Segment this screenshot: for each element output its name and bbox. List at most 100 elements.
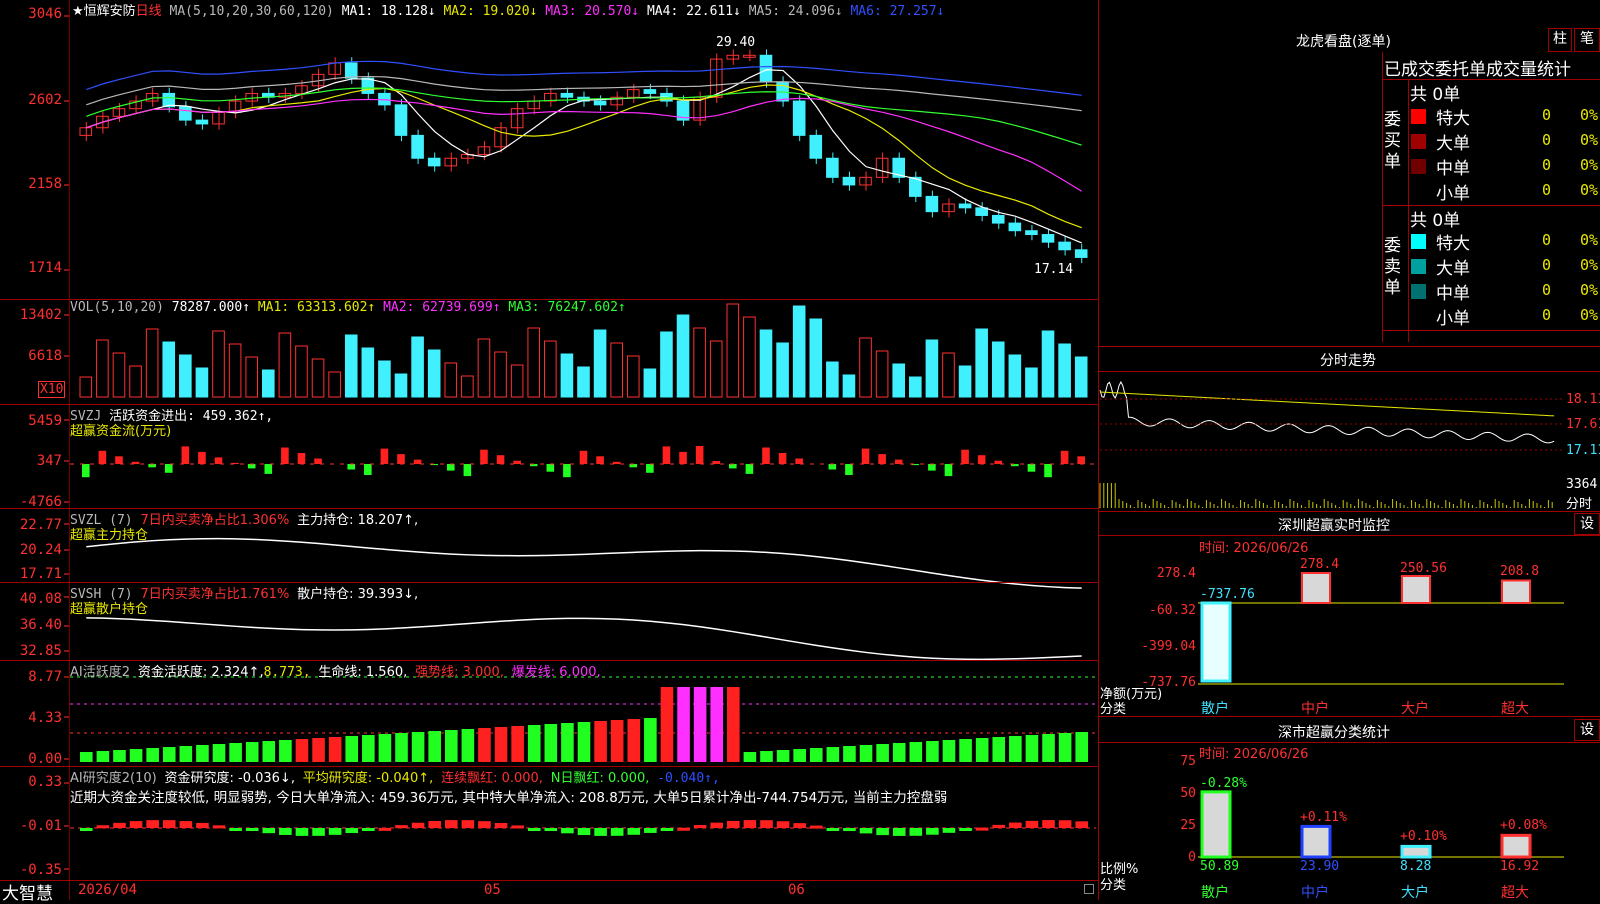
research-bar xyxy=(328,828,342,835)
svsh-axis-label: 32.85 xyxy=(19,643,62,659)
svzj-axis-label: 5459 xyxy=(28,413,62,429)
fund-flow-bar xyxy=(380,448,389,464)
volume-bar xyxy=(726,303,740,398)
fund-flow-bar xyxy=(1027,464,1036,472)
ma2-value: MA2: 19.020↓ xyxy=(443,4,538,19)
activity-bar xyxy=(942,740,956,762)
volume-bar xyxy=(278,332,292,398)
volume-bar xyxy=(179,354,192,398)
bar-view-button[interactable]: 柱 xyxy=(1548,28,1572,52)
research-bar xyxy=(1042,820,1055,828)
tab-statistics[interactable]: 统计 xyxy=(1537,60,1571,80)
candle-body xyxy=(1041,234,1055,243)
x-axis-date-label: 06 xyxy=(788,882,805,898)
tab-filled[interactable]: 已成交 xyxy=(1384,60,1435,80)
research-bar xyxy=(1025,820,1039,828)
research-bar xyxy=(1058,820,1072,828)
fund-flow-bar xyxy=(281,447,289,464)
sz-classify-y-label: 50 xyxy=(1180,786,1196,801)
app-logo[interactable]: 大智慧 xyxy=(2,879,53,904)
research-bar xyxy=(113,822,126,828)
research-bar xyxy=(212,825,226,829)
research-bar xyxy=(544,828,558,831)
order-size-label: 特大 xyxy=(1436,109,1470,129)
intraday-title: 分时走势 xyxy=(1320,353,1376,369)
sz-classify-category: 大户 xyxy=(1401,885,1429,901)
activity-bar xyxy=(212,744,226,762)
lock-icon[interactable] xyxy=(1084,884,1094,894)
vol-axis-label: 13402 xyxy=(19,307,62,323)
classify-bar xyxy=(1500,833,1532,859)
order-color-swatch xyxy=(1411,284,1426,299)
research-bar xyxy=(527,828,541,831)
ai-consecutive-red: 连续飘红: 0.000, xyxy=(441,771,543,786)
research-bar xyxy=(428,820,441,828)
ai-research-value: 资金研究度: -0.036↓, xyxy=(164,771,295,786)
ai-lifeline: 生命线: 1.560, xyxy=(318,665,408,680)
sz-classify-category: 散户 xyxy=(1201,885,1229,901)
sz-classify-y-label: 0 xyxy=(1188,850,1196,865)
activity-bar xyxy=(129,749,143,762)
classify-bar xyxy=(1300,824,1332,859)
research-bar xyxy=(229,828,242,831)
order-size-label: 中单 xyxy=(1436,284,1470,304)
fund-flow-bar xyxy=(314,458,322,464)
kline-chart-area[interactable] xyxy=(0,0,1600,900)
volume-bar xyxy=(826,361,839,398)
candle-body xyxy=(179,106,192,121)
order-color-swatch xyxy=(1411,259,1426,274)
fund-flow-bar xyxy=(513,460,521,464)
activity-bar xyxy=(727,687,740,762)
ai-burst-line: 爆发线: 6.000, xyxy=(511,665,601,680)
tab-volume[interactable]: 成交量 xyxy=(1486,60,1537,80)
activity-bar xyxy=(444,730,458,762)
tick-view-button[interactable]: 笔 xyxy=(1574,28,1600,52)
fund-flow-bar xyxy=(878,454,886,464)
activity-bar xyxy=(395,733,408,762)
research-bar xyxy=(146,820,159,828)
research-bar xyxy=(245,828,259,831)
research-bar xyxy=(843,828,856,832)
x-axis-date-label: 05 xyxy=(484,882,501,898)
order-size-label: 特大 xyxy=(1436,234,1470,254)
activity-bar xyxy=(328,737,342,762)
favorite-star-icon[interactable]: ★ xyxy=(72,4,84,19)
svzl-axis-label: 22.77 xyxy=(19,517,62,533)
order-percent: 0% xyxy=(1580,256,1599,274)
order-count: 0 xyxy=(1542,281,1552,299)
fund-flow-bar xyxy=(347,464,356,470)
volume-bar xyxy=(261,369,275,398)
activity-bar xyxy=(96,751,110,762)
sz-monitor-settings-button[interactable]: 设 xyxy=(1574,513,1600,535)
volume-bar xyxy=(660,331,673,398)
research-bar xyxy=(727,820,740,828)
fund-flow-bar xyxy=(695,446,704,464)
sz-classify-settings-button[interactable]: 设 xyxy=(1574,719,1600,741)
activity-bar xyxy=(478,728,491,762)
volume-bar xyxy=(1058,343,1071,398)
tab-orders[interactable]: 委托单 xyxy=(1435,60,1486,80)
ai-active-axis-label: 4.33 xyxy=(28,710,62,726)
svzj-subtitle: 超赢资金流(万元) xyxy=(70,424,172,439)
period-label[interactable]: 日线 xyxy=(136,4,162,19)
research-bar xyxy=(710,822,724,828)
order-tabs: 已成交委托单成交量统计 xyxy=(1384,55,1571,80)
classify-bar xyxy=(1400,844,1432,859)
fund-flow-bar xyxy=(563,464,571,478)
holding-line xyxy=(86,537,1082,589)
activity-bar xyxy=(295,739,309,762)
volume-bar xyxy=(809,318,823,398)
price-axis-label: 3046 xyxy=(28,6,62,22)
research-bar xyxy=(776,821,790,828)
activity-bar xyxy=(461,729,475,762)
vol-ma3: MA3: 76247.602↑ xyxy=(508,300,626,315)
fund-flow-bar xyxy=(546,464,555,472)
volume-bar xyxy=(444,362,458,398)
fund-flow-bar xyxy=(662,446,671,464)
research-bar xyxy=(892,828,906,836)
svzl-ratio: 7日内买卖净占比1.306% xyxy=(140,513,290,528)
activity-bar xyxy=(892,743,906,762)
research-bar xyxy=(926,828,939,835)
dragon-tiger-title: 龙虎看盘(逐单) xyxy=(1296,34,1391,50)
research-bar xyxy=(644,828,657,833)
